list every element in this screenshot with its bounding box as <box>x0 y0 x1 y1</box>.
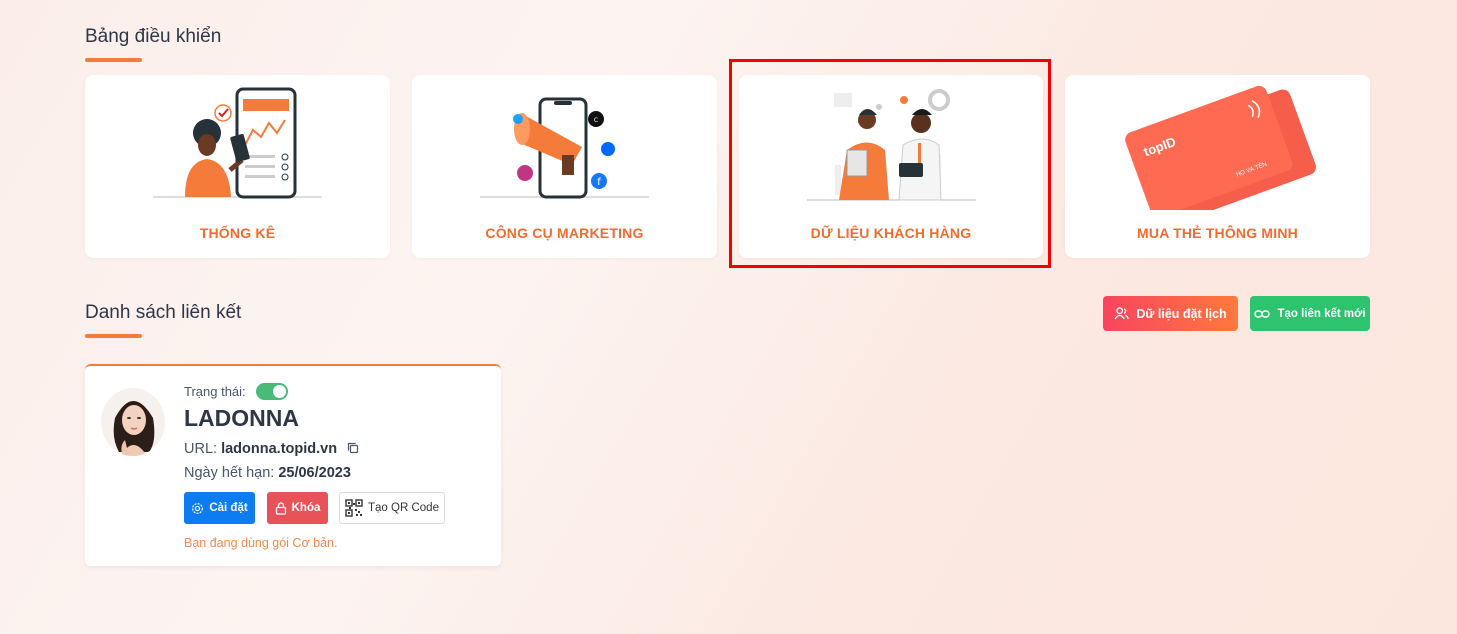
create-link-button[interactable]: Tạo liên kết mới <box>1250 296 1370 331</box>
card-statistics[interactable]: THỐNG KÊ <box>85 75 390 258</box>
expiry-label: Ngày hết hạn: <box>184 465 275 481</box>
users-icon <box>1114 307 1129 320</box>
title-underline <box>85 58 142 62</box>
url-row: URL: ladonna.topid.vn <box>184 441 359 457</box>
qr-code-button[interactable]: Tạo QR Code <box>339 492 445 524</box>
links-title: Danh sách liên kết <box>85 302 242 338</box>
title-underline <box>85 334 142 338</box>
lock-button[interactable]: Khóa <box>267 492 328 524</box>
svg-text:f: f <box>597 177 601 188</box>
link-name: LADONNA <box>184 405 299 431</box>
settings-button[interactable]: Cài đặt <box>184 492 255 524</box>
statistics-illustration-icon <box>153 87 322 199</box>
expiry-row: Ngày hết hạn: 25/06/2023 <box>184 465 351 481</box>
smart-card-illustration-icon: topID HỌ VÀ TÊN <box>1125 85 1316 210</box>
dashboard-title: Bảng điều khiển <box>85 26 222 62</box>
lock-label: Khóa <box>291 502 321 514</box>
card-marketing[interactable]: C f CÔNG CỤ MARKETING <box>412 75 717 258</box>
card-label: MUA THẺ THÔNG MINH <box>1137 225 1298 241</box>
booking-data-label: Dữ liệu đặt lịch <box>1136 306 1227 321</box>
status-label: Trạng thái: <box>184 384 246 399</box>
svg-text:C: C <box>594 117 598 124</box>
link-profile-card: Trạng thái: LADONNA URL: ladonna.topid.v… <box>85 364 501 566</box>
dashboard-title-text: Bảng điều khiển <box>85 26 222 47</box>
url-label: URL: <box>184 441 218 457</box>
qr-code-icon <box>345 499 363 517</box>
gear-icon <box>192 502 204 514</box>
card-label: THỐNG KÊ <box>199 225 276 241</box>
status-row: Trạng thái: <box>184 383 288 400</box>
card-label: CÔNG CỤ MARKETING <box>485 225 644 241</box>
lock-icon <box>275 501 286 515</box>
marketing-illustration-icon: C f <box>480 97 649 199</box>
link-icon <box>1254 309 1271 318</box>
status-toggle[interactable] <box>255 383 288 400</box>
card-smart-card[interactable]: topID HỌ VÀ TÊN MUA THẺ THÔNG MINH <box>1065 75 1370 258</box>
copy-icon[interactable] <box>347 442 359 454</box>
settings-label: Cài đặt <box>209 502 248 514</box>
create-link-label: Tạo liên kết mới <box>1277 307 1366 320</box>
links-title-text: Danh sách liên kết <box>85 302 242 323</box>
avatar <box>101 388 165 456</box>
url-value[interactable]: ladonna.topid.vn <box>221 441 337 457</box>
booking-data-button[interactable]: Dữ liệu đặt lịch <box>1103 296 1238 331</box>
qr-code-label: Tạo QR Code <box>368 502 439 514</box>
highlight-frame <box>729 59 1051 268</box>
plan-note: Bạn đang dùng gói Cơ bản. <box>184 536 338 550</box>
expiry-value: 25/06/2023 <box>278 465 351 481</box>
